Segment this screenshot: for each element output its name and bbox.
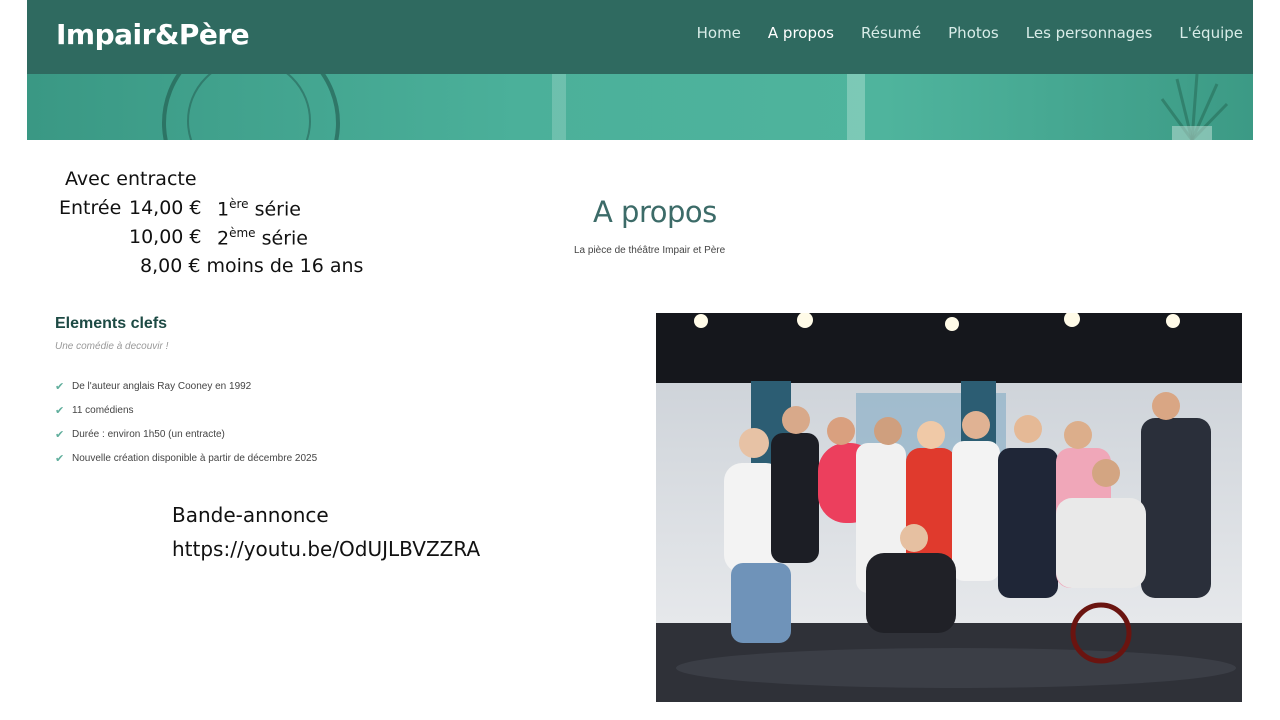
tier1-suffix: série bbox=[254, 198, 301, 221]
check-icon: ✔ bbox=[55, 404, 65, 417]
tier2-sup: ème bbox=[229, 226, 256, 240]
list-item: ✔ De l'auteur anglais Ray Cooney en 1992 bbox=[55, 374, 317, 398]
list-item: ✔ Durée : environ 1h50 (un entracte) bbox=[55, 422, 317, 446]
list-item-text: Nouvelle création disponible à partir de… bbox=[72, 452, 318, 464]
list-item-text: Durée : environ 1h50 (un entracte) bbox=[72, 428, 225, 440]
price-intro: Avec entracte bbox=[65, 168, 197, 190]
price-entry-label: Entrée bbox=[59, 197, 122, 219]
cast-photo-illustration bbox=[656, 313, 1242, 702]
list-item: ✔ Nouvelle création disponible à partir d… bbox=[55, 446, 317, 470]
site-header: Impair&Père Home A propos Résumé Photos … bbox=[27, 0, 1253, 74]
price-tier1-label: 1ère série bbox=[217, 197, 301, 220]
list-item: ✔ 11 comédiens bbox=[55, 398, 317, 422]
page-title: A propos bbox=[593, 195, 717, 229]
banner-pole-graphic-2 bbox=[847, 74, 865, 140]
trailer-link[interactable]: https://youtu.be/OdUJLBVZZRA bbox=[172, 532, 480, 566]
key-elements-subtitle: Une comédie à decouvir ! bbox=[55, 341, 169, 352]
price-tier1-value: 14,00 € bbox=[129, 197, 202, 219]
cast-photo bbox=[656, 313, 1242, 702]
key-elements-title: Elements clefs bbox=[55, 315, 168, 332]
banner-pole-graphic bbox=[552, 74, 566, 140]
check-icon: ✔ bbox=[55, 452, 65, 465]
trailer-block: Bande-annonce https://youtu.be/OdUJLBVZZ… bbox=[172, 498, 480, 566]
hero-banner bbox=[27, 74, 1253, 140]
nav-resume[interactable]: Résumé bbox=[861, 24, 921, 42]
page-subtitle: La pièce de théâtre Impair et Père bbox=[574, 245, 726, 256]
price-tier2-label: 2ème série bbox=[217, 226, 308, 249]
wheelchair-wheel-inner-graphic bbox=[187, 74, 311, 140]
nav-home[interactable]: Home bbox=[697, 24, 741, 42]
nav-personnages[interactable]: Les personnages bbox=[1026, 24, 1153, 42]
check-icon: ✔ bbox=[55, 428, 65, 441]
trailer-label: Bande-annonce bbox=[172, 503, 329, 527]
key-elements-list: ✔ De l'auteur anglais Ray Cooney en 1992 … bbox=[55, 374, 317, 470]
list-item-text: De l'auteur anglais Ray Cooney en 1992 bbox=[72, 380, 252, 392]
brand-logo[interactable]: Impair&Père bbox=[56, 18, 250, 51]
check-icon: ✔ bbox=[55, 380, 65, 393]
nav-equipe[interactable]: L'équipe bbox=[1179, 24, 1243, 42]
list-item-text: 11 comédiens bbox=[72, 404, 134, 416]
nav-a-propos[interactable]: A propos bbox=[768, 24, 834, 42]
nav-photos[interactable]: Photos bbox=[948, 24, 999, 42]
tier2-suffix: série bbox=[261, 227, 308, 250]
price-tier2-value: 10,00 € bbox=[129, 226, 202, 248]
tier1-num: 1 bbox=[217, 198, 230, 221]
price-tier3: 8,00 € moins de 16 ans bbox=[140, 255, 364, 277]
main-nav: Home A propos Résumé Photos Les personna… bbox=[670, 24, 1243, 42]
tier2-num: 2 bbox=[217, 227, 230, 250]
plant-graphic bbox=[1160, 74, 1229, 140]
tier1-sup: ère bbox=[229, 197, 249, 211]
